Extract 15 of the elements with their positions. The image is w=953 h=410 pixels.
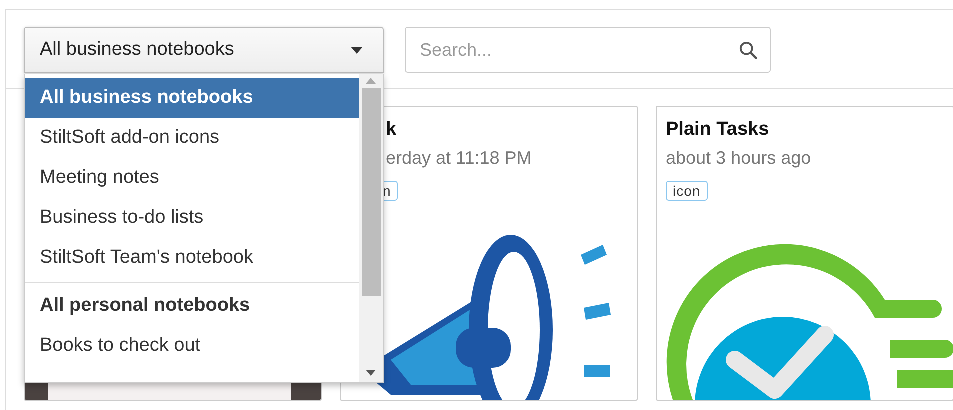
note-card[interactable]: Plain Tasks about 3 hours ago icon [656,106,953,401]
scroll-up-icon[interactable] [366,78,376,84]
scroll-down-icon[interactable] [366,370,376,376]
notebook-dropdown[interactable]: All business notebooks [24,27,384,73]
note-timestamp: about 3 hours ago [666,148,812,169]
scrollbar-thumb[interactable] [362,88,380,296]
note-timestamp: erday at 11:18 PM [386,148,533,169]
tag-label[interactable]: icon [666,181,708,201]
search-field[interactable]: Search... [405,27,771,73]
note-title[interactable]: k [386,119,628,141]
search-icon [739,40,758,60]
group-heading[interactable]: All business notebooks [25,78,359,118]
caret-icon [351,46,363,54]
scrollbar[interactable] [359,74,383,382]
note-title[interactable]: Plain Tasks [666,119,944,141]
